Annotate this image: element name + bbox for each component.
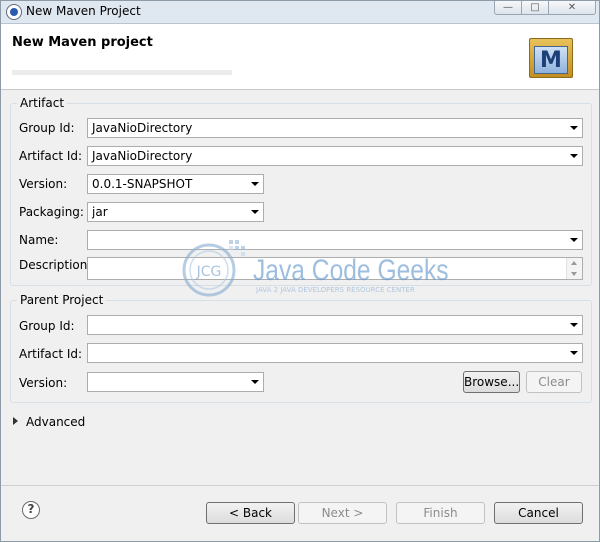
footer-separator [1, 485, 599, 486]
expand-arrow-icon[interactable] [13, 417, 18, 425]
packaging-label: Packaging: [19, 205, 84, 219]
artifact-id-value: JavaNioDirectory [92, 149, 193, 163]
watermark: JCG Java Code Geeks JAVA 2 JAVA DEVELOPE… [181, 236, 449, 306]
maven-icon: M [529, 38, 573, 78]
parent-group-id-label: Group Id: [19, 319, 75, 333]
clear-button[interactable]: Clear [526, 371, 582, 393]
chevron-down-icon[interactable] [570, 323, 578, 327]
window-title: New Maven Project [26, 4, 141, 18]
maximize-icon: □ [530, 2, 540, 13]
title-bar: New Maven Project — □ ✕ [1, 1, 599, 24]
group-id-field[interactable]: JavaNioDirectory [87, 118, 583, 138]
banner-title: New Maven project [12, 35, 153, 50]
description-label: Description: [19, 258, 92, 272]
chevron-down-icon[interactable] [570, 238, 578, 242]
packaging-select[interactable]: jar [87, 202, 264, 222]
artifact-id-label: Artifact Id: [19, 149, 83, 163]
close-icon: ✕ [567, 2, 577, 13]
cancel-button[interactable]: Cancel [494, 502, 583, 524]
minimize-button[interactable]: — [494, 1, 522, 15]
dialog-window: New Maven Project — □ ✕ New Maven projec… [0, 0, 600, 542]
wizard-banner: New Maven project M [1, 24, 599, 90]
jcg-logo-text: JCG [196, 264, 222, 280]
next-button[interactable]: Next > [298, 502, 387, 524]
parent-artifact-id-label: Artifact Id: [19, 347, 83, 361]
advanced-section-toggle[interactable]: Advanced [26, 415, 85, 429]
artifact-legend: Artifact [17, 96, 68, 110]
scroll-up-icon[interactable] [571, 261, 577, 265]
packaging-value: jar [92, 205, 108, 219]
browse-button[interactable]: Browse... [463, 371, 520, 393]
scroll-down-icon[interactable] [571, 272, 577, 276]
version-value: 0.0.1-SNAPSHOT [92, 177, 193, 191]
close-button[interactable]: ✕ [548, 1, 596, 15]
chevron-down-icon[interactable] [570, 351, 578, 355]
minimize-icon: — [503, 2, 513, 13]
watermark-text: Java Code Geeks [253, 254, 449, 287]
chevron-down-icon[interactable] [570, 154, 578, 158]
parent-artifact-id-field[interactable] [87, 343, 583, 363]
parent-group-id-field[interactable] [87, 315, 583, 335]
chevron-down-icon[interactable] [251, 380, 259, 384]
maximize-button[interactable]: □ [521, 1, 549, 15]
maven-icon-letter: M [534, 46, 568, 74]
name-label: Name: [19, 233, 59, 247]
back-button[interactable]: < Back [206, 502, 295, 524]
jcg-logo-icon: JCG [182, 240, 245, 297]
version-field[interactable]: 0.0.1-SNAPSHOT [87, 174, 264, 194]
chevron-down-icon[interactable] [251, 210, 259, 214]
parent-version-label: Version: [19, 376, 68, 390]
group-id-value: JavaNioDirectory [92, 121, 193, 135]
chevron-down-icon[interactable] [251, 182, 259, 186]
eclipse-app-icon [6, 4, 22, 20]
version-label: Version: [19, 177, 68, 191]
artifact-id-field[interactable]: JavaNioDirectory [87, 146, 583, 166]
description-scrollbar[interactable] [566, 258, 582, 279]
banner-description [12, 70, 232, 75]
parent-project-legend: Parent Project [17, 293, 107, 307]
chevron-down-icon[interactable] [570, 126, 578, 130]
watermark-subtext: JAVA 2 JAVA DEVELOPERS RESOURCE CENTER [256, 286, 415, 294]
help-icon[interactable]: ? [22, 501, 40, 519]
parent-version-field[interactable] [87, 372, 264, 392]
group-id-label: Group Id: [19, 121, 75, 135]
finish-button[interactable]: Finish [396, 502, 485, 524]
